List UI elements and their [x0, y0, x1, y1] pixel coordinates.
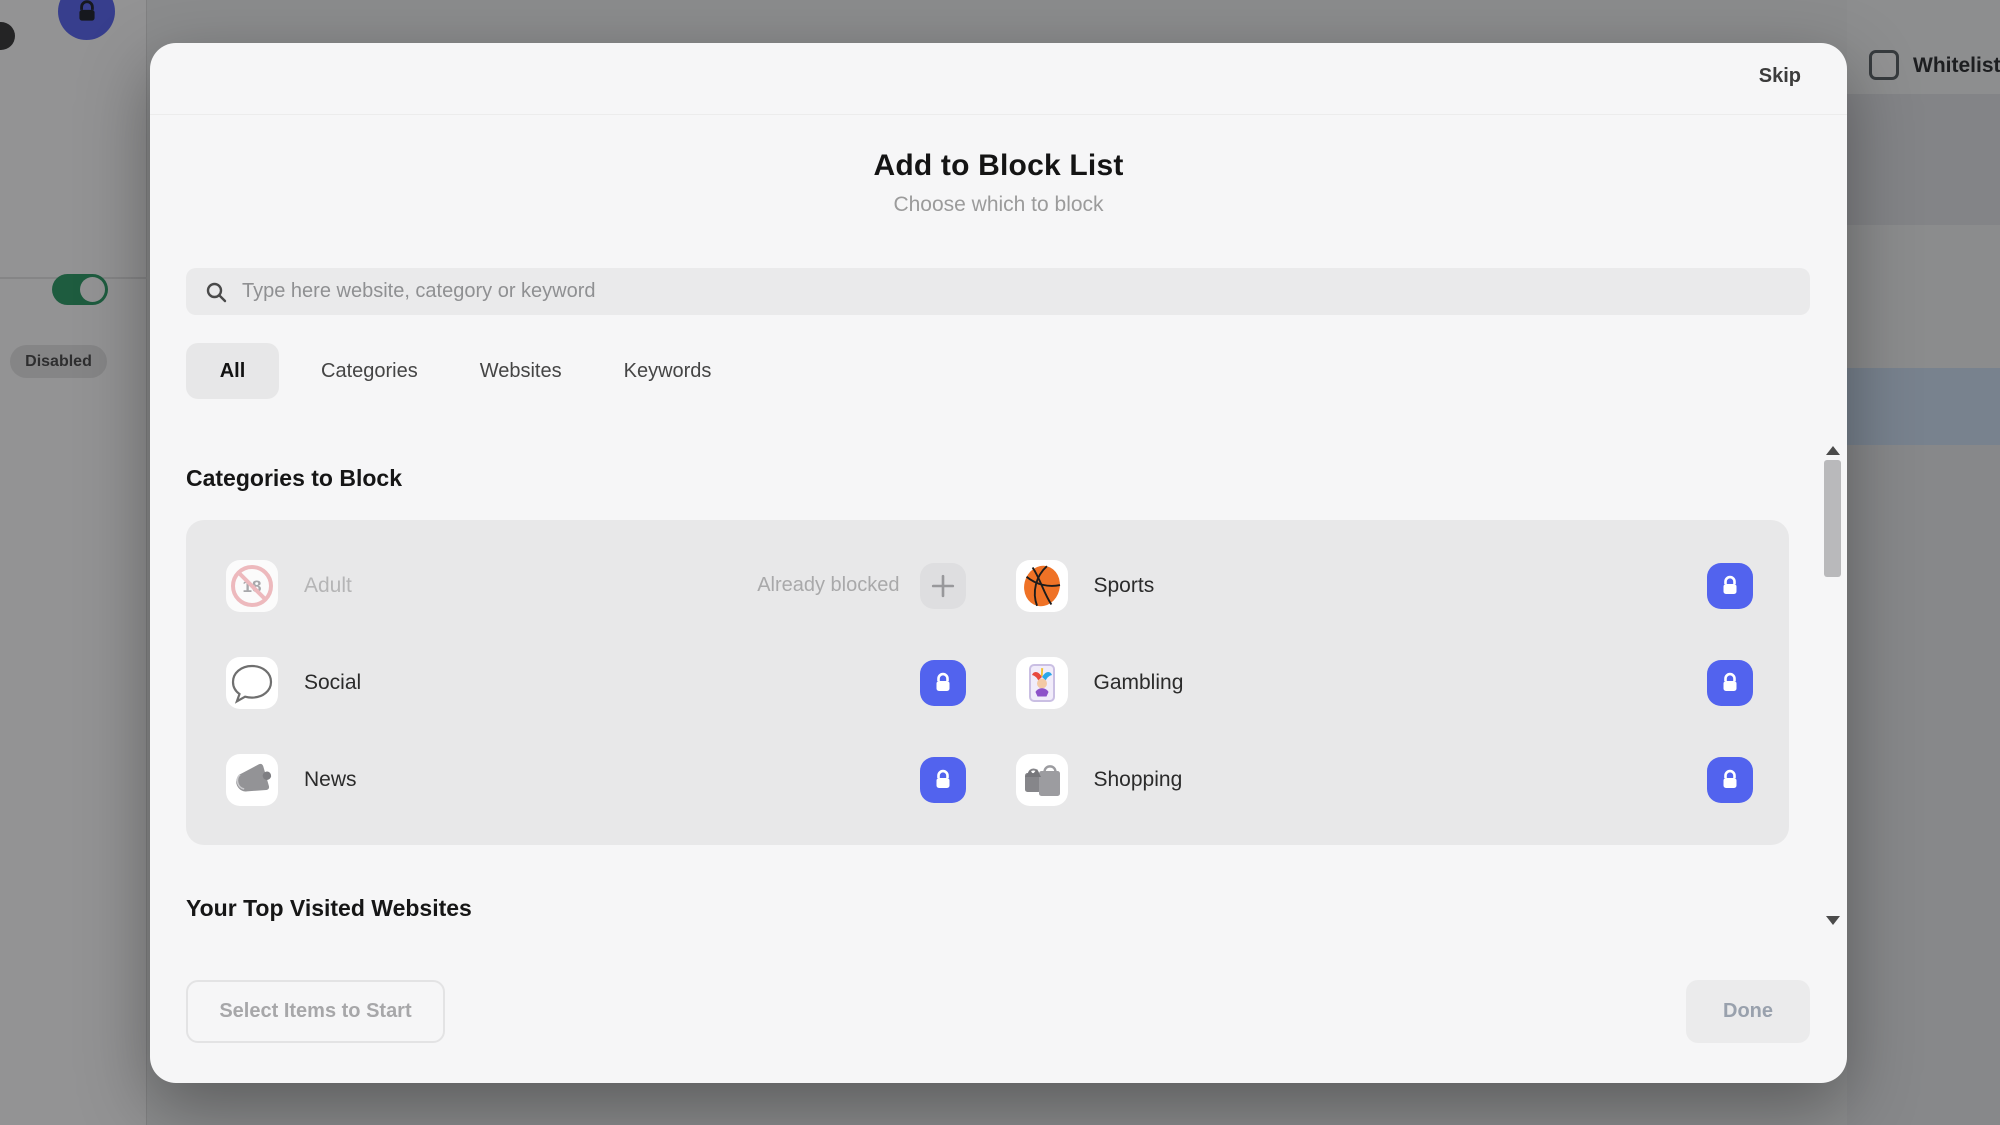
speech-bubble-icon [231, 664, 273, 704]
lock-icon [1723, 672, 1737, 691]
add-category-button [919, 562, 966, 609]
screen: Disabled Whitelist Skip Add to Block Lis… [0, 0, 2000, 1125]
megaphone-icon [236, 763, 272, 791]
lock-icon [936, 672, 949, 691]
category-label: Gambling [1093, 670, 1184, 694]
category-row-social[interactable]: Social [186, 634, 988, 731]
shopping-bags-icon [1024, 764, 1060, 796]
category-row-shopping[interactable]: Shopping [988, 731, 1790, 828]
tab-categories[interactable]: Categories [301, 360, 438, 383]
lock-icon [1723, 769, 1737, 788]
dialog-title: Add to Block List [873, 149, 1124, 182]
category-tile [1015, 753, 1068, 806]
top-websites-section-heading: Your Top Visited Websites [186, 895, 472, 921]
category-tile: 18 [226, 559, 278, 612]
category-label: Sports [1093, 573, 1155, 597]
scrollbar-down-icon[interactable] [1826, 916, 1840, 925]
blocked-lock-button[interactable] [1707, 562, 1753, 609]
category-label: News [304, 767, 357, 791]
already-blocked-status: Already blocked [757, 574, 900, 596]
dialog-scrollbar[interactable] [1822, 440, 1844, 932]
search-icon [206, 282, 227, 302]
skip-button[interactable]: Skip [1759, 65, 1801, 88]
tab-keywords[interactable]: Keywords [604, 360, 732, 383]
blocked-lock-button[interactable] [919, 756, 966, 803]
category-tile [226, 656, 278, 709]
categories-section-heading: Categories to Block [186, 465, 402, 491]
filter-tabs: All Categories Websites Keywords [186, 343, 731, 399]
blocked-lock-button[interactable] [919, 659, 966, 706]
category-row-gambling[interactable]: Gambling [988, 634, 1790, 731]
tab-websites[interactable]: Websites [460, 360, 582, 383]
lock-icon [936, 769, 949, 788]
category-label: Shopping [1093, 767, 1183, 791]
lock-icon [1723, 575, 1737, 594]
add-to-block-list-dialog: Skip Add to Block List Choose which to b… [150, 43, 1847, 1083]
category-tile [226, 753, 278, 806]
blocked-lock-button[interactable] [1707, 659, 1753, 706]
category-tile [1015, 559, 1068, 612]
scrollbar-up-icon[interactable] [1826, 446, 1840, 455]
category-row-adult: 18 Adult Already blocked [186, 537, 988, 634]
search-input[interactable] [242, 280, 1742, 303]
category-row-news[interactable]: News [186, 731, 988, 828]
basketball-icon [1023, 565, 1060, 606]
plus-icon [931, 574, 954, 597]
tab-all[interactable]: All [186, 343, 279, 399]
dialog-subtitle: Choose which to block [893, 193, 1104, 216]
no-under-18-icon: 18 [231, 564, 273, 607]
done-button[interactable]: Done [1686, 980, 1810, 1043]
search-bar [186, 268, 1810, 315]
category-label: Social [304, 670, 362, 694]
scrollbar-thumb[interactable] [1824, 460, 1841, 577]
select-items-to-start-button[interactable]: Select Items to Start [186, 980, 445, 1043]
blocked-lock-button[interactable] [1707, 756, 1753, 803]
dialog-header: Skip [150, 43, 1847, 115]
categories-panel: 18 Adult Already blocked [186, 520, 1789, 845]
category-label: Adult [304, 573, 352, 597]
joker-card-icon [1028, 663, 1055, 702]
category-row-sports[interactable]: Sports [988, 537, 1790, 634]
category-tile [1015, 656, 1068, 709]
